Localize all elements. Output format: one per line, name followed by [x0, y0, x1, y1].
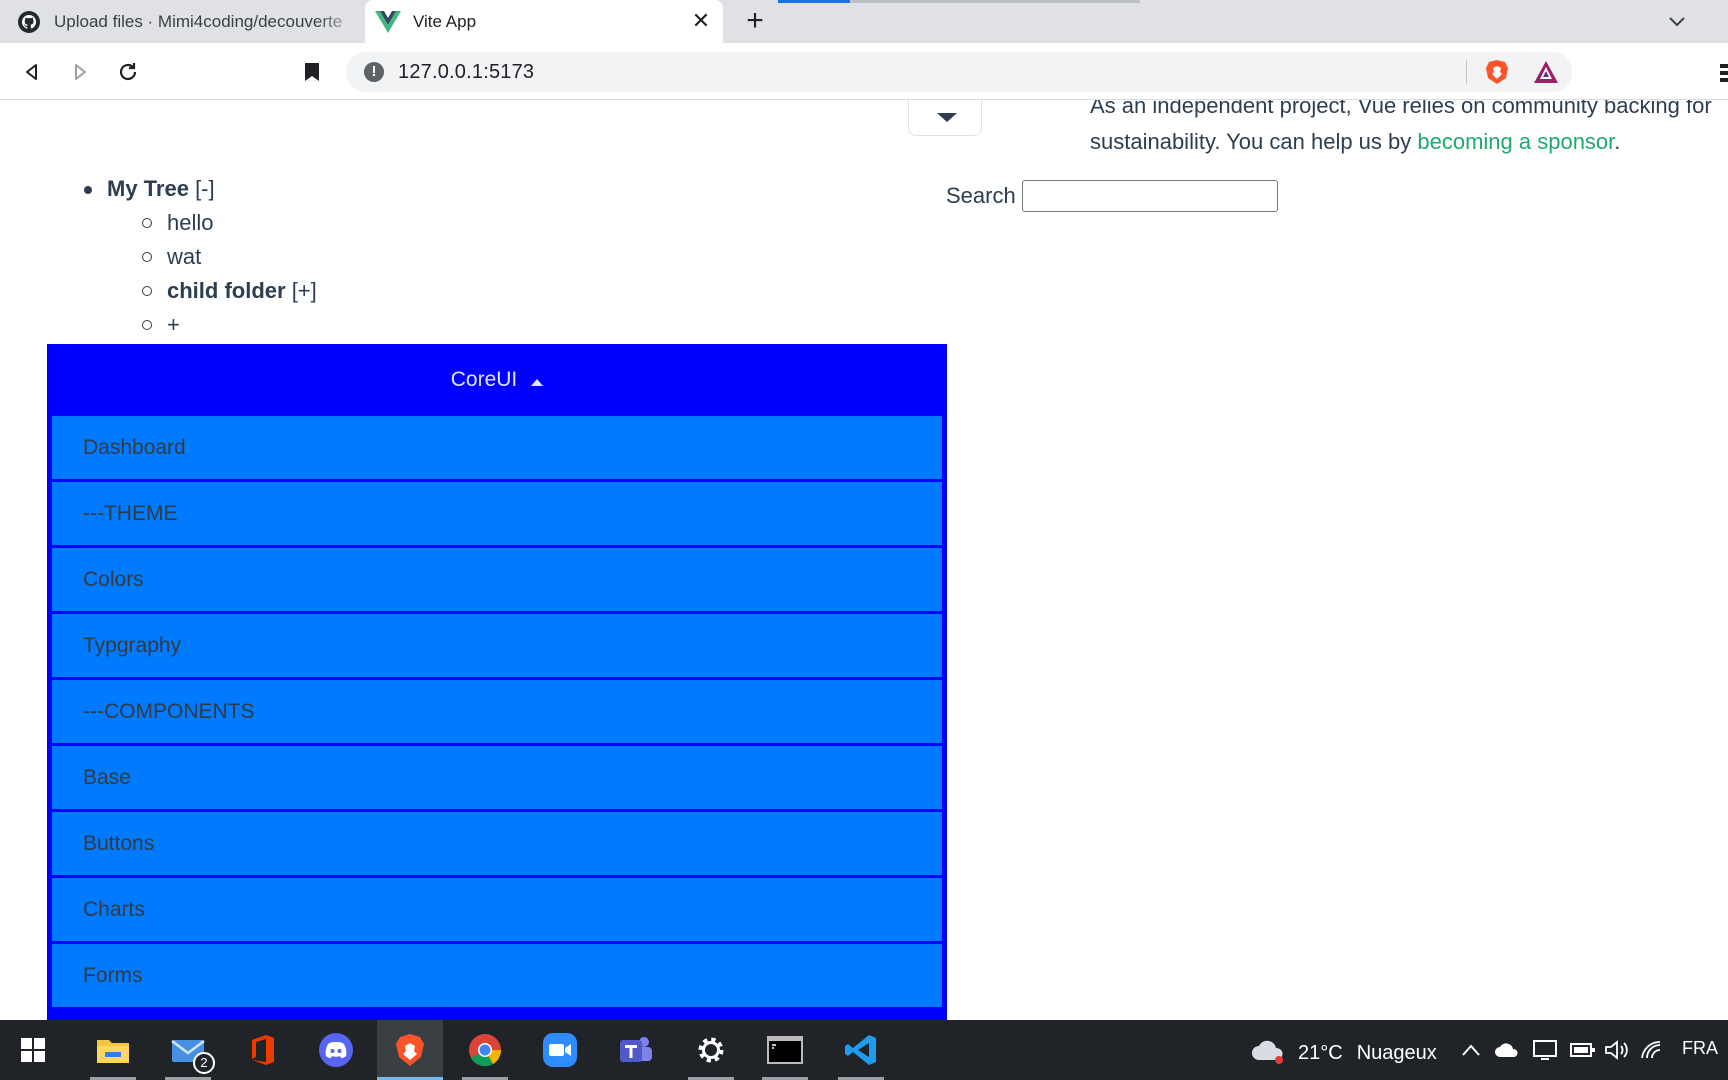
brave-browser-icon[interactable]	[377, 1020, 443, 1080]
close-icon[interactable]: ✕	[691, 10, 711, 32]
tab-strip-accent	[778, 0, 850, 3]
mail-icon[interactable]: 2	[155, 1020, 221, 1080]
weather-temp: 21°C	[1298, 1041, 1343, 1064]
volume-icon[interactable]	[1604, 1038, 1630, 1062]
menu-item-forms[interactable]: Forms	[52, 944, 942, 1010]
tree-folder-label[interactable]: child folder	[167, 278, 286, 303]
discord-icon[interactable]	[303, 1020, 369, 1080]
menu-item-colors[interactable]: Colors	[52, 548, 942, 614]
brave-shields-icon[interactable]	[1483, 58, 1511, 86]
weather-widget[interactable]: 21°C Nuageux	[1250, 1036, 1437, 1070]
menu-item-typography[interactable]: Typgraphy	[52, 614, 942, 680]
search-input[interactable]	[1021, 180, 1278, 212]
tab-strip-accent	[850, 0, 1140, 3]
file-explorer-icon[interactable]	[80, 1020, 146, 1080]
zoom-icon[interactable]	[527, 1020, 593, 1080]
tree-item-label[interactable]: hello	[167, 210, 213, 235]
page-content: As an independent project, Vue relies on…	[0, 100, 1728, 1020]
sponsor-link[interactable]: becoming a sponsor	[1417, 129, 1614, 154]
tree-root-label[interactable]: My Tree	[107, 176, 189, 201]
reload-icon[interactable]	[112, 56, 144, 88]
menu-item-buttons[interactable]: Buttons	[52, 812, 942, 878]
windows-start-icon[interactable]	[0, 1020, 66, 1080]
mail-badge: 2	[193, 1052, 215, 1074]
new-tab-button[interactable]: +	[740, 6, 770, 37]
menu-item-dashboard[interactable]: Dashboard	[52, 416, 942, 482]
remote-display-icon[interactable]	[1532, 1038, 1558, 1062]
tree-folder-toggle[interactable]: [+]	[292, 278, 317, 303]
caret-up-icon	[531, 378, 544, 386]
forward-icon[interactable]	[64, 56, 96, 88]
search-label: Search	[946, 183, 1016, 208]
cloud-icon	[1250, 1036, 1286, 1070]
coreui-menu: CoreUI Dashboard ---THEME Colors Typgrap…	[47, 344, 947, 1020]
brave-rewards-icon[interactable]	[1532, 58, 1560, 86]
info-icon[interactable]: !	[364, 62, 384, 82]
tree-root-toggle[interactable]: [-]	[195, 176, 215, 201]
chevron-up-icon[interactable]	[1460, 1038, 1482, 1062]
battery-icon[interactable]	[1570, 1038, 1596, 1062]
tree-add-button[interactable]: +	[167, 312, 180, 337]
address-text[interactable]: 127.0.0.1:5173	[398, 61, 534, 84]
menu-item-components[interactable]: ---COMPONENTS	[52, 680, 942, 746]
sponsor-suffix: .	[1614, 129, 1621, 154]
teams-icon[interactable]	[603, 1020, 669, 1080]
tree-item: hello	[140, 206, 317, 240]
menu-item-charts[interactable]: Charts	[52, 878, 942, 944]
bookmark-icon[interactable]	[296, 56, 328, 88]
tree-item-label[interactable]: wat	[167, 244, 201, 269]
windows-taskbar: 2 21°C Nuageux FRA	[0, 1020, 1728, 1080]
settings-gear-icon[interactable]	[678, 1020, 744, 1080]
tree-root: My Tree [-] hello wat child folder [+] +	[80, 172, 317, 342]
github-icon	[16, 9, 42, 35]
language-indicator[interactable]: FRA	[1682, 1038, 1718, 1059]
coreui-header[interactable]: CoreUI	[47, 344, 947, 416]
sponsor-line-1: As an independent project, Vue relies on…	[1090, 100, 1712, 118]
vue-icon	[375, 9, 401, 35]
office-icon[interactable]	[229, 1020, 295, 1080]
sponsor-line-2: sustainability. You can help us by becom…	[1090, 124, 1728, 160]
weather-desc: Nuageux	[1356, 1041, 1437, 1064]
tree-view: My Tree [-] hello wat child folder [+] +	[80, 172, 317, 342]
caret-down-icon	[937, 113, 957, 122]
menu-icon[interactable]	[1720, 62, 1728, 84]
tab-title: Upload files · Mimi4coding/decouverte	[54, 11, 343, 31]
tab-title: Vite App	[413, 11, 477, 31]
menu-item-base[interactable]: Base	[52, 746, 942, 812]
coreui-title: CoreUI	[450, 368, 518, 391]
tree-folder: child folder [+]	[140, 274, 317, 308]
address-bar[interactable]: ! 127.0.0.1:5173	[346, 52, 1572, 92]
search-row: Search	[946, 180, 1278, 212]
tree-item: wat	[140, 240, 317, 274]
chrome-icon[interactable]	[452, 1020, 518, 1080]
wifi-icon[interactable]	[1640, 1038, 1666, 1062]
chevron-down-icon[interactable]	[1665, 10, 1689, 34]
sponsor-text: As an independent project, Vue relies on…	[1090, 100, 1728, 160]
divider	[1466, 60, 1467, 84]
vscode-icon[interactable]	[828, 1020, 894, 1080]
tab-vite-app[interactable]: Vite App ✕	[365, 0, 723, 43]
menu-item-theme[interactable]: ---THEME	[52, 482, 942, 548]
terminal-icon[interactable]	[752, 1020, 818, 1080]
collapse-toggle[interactable]	[908, 100, 982, 136]
onedrive-icon[interactable]	[1494, 1038, 1520, 1062]
tree-add-item: +	[140, 308, 317, 342]
tab-strip: Upload files · Mimi4coding/decouverte Vi…	[0, 0, 1728, 43]
back-icon[interactable]	[16, 56, 48, 88]
sponsor-prefix: sustainability. You can help us by	[1090, 129, 1418, 154]
tab-upload-files[interactable]: Upload files · Mimi4coding/decouverte	[0, 0, 362, 43]
